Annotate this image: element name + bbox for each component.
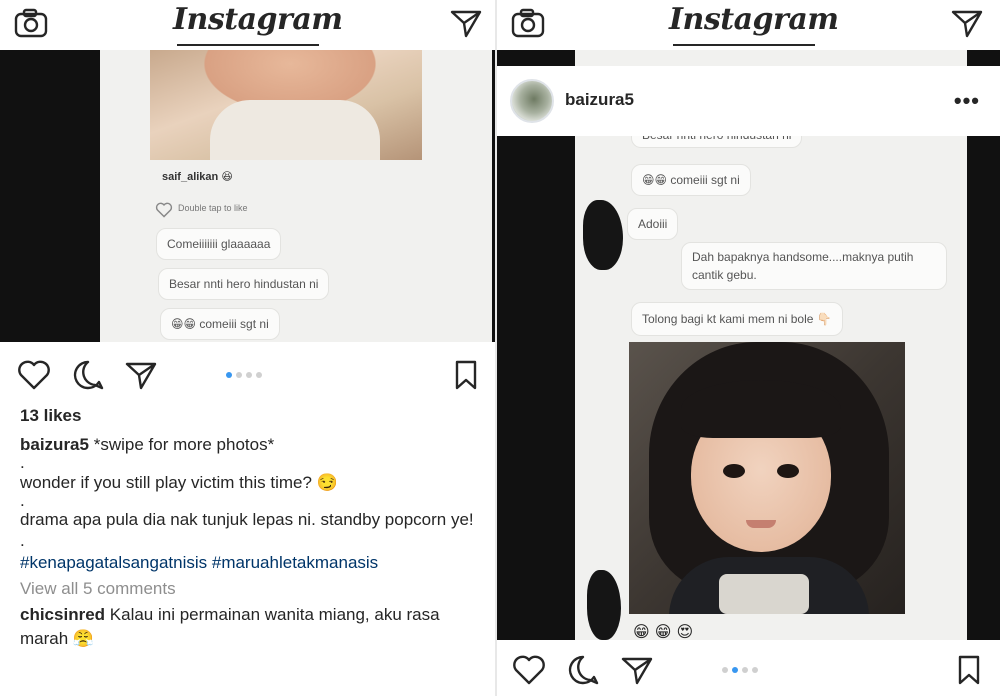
left-post-panel: Instagram saif_alikan 😆 Double tap to li… (0, 0, 495, 696)
caption-line: drama apa pula dia nak tunjuk lepas ni. … (20, 510, 474, 550)
avatar[interactable] (510, 79, 554, 123)
comment-icon[interactable] (72, 359, 106, 391)
screenshot-commenter: saif_alikan 😆 (162, 170, 233, 183)
chat-bubble: Comeiiiiiii glaaaaaa (156, 228, 282, 260)
carousel-dot (236, 372, 242, 378)
comment-item: chicsinred Kalau ini permainan wanita mi… (20, 603, 483, 651)
screenshot-photo: saif_alikan 😆 Double tap to like Comeiii… (100, 50, 492, 342)
bookmark-icon[interactable] (452, 359, 480, 391)
likes-count[interactable]: 13 likes (20, 404, 483, 428)
comment-username[interactable]: chicsinred (20, 605, 105, 624)
carousel-dot (226, 372, 232, 378)
caption-text: *swipe for more photos* (93, 435, 275, 454)
share-icon[interactable] (620, 654, 654, 686)
screenshot-photo: Besar nnti hero hindustan ni 😁😁 comeiii … (575, 50, 967, 640)
bookmark-icon[interactable] (955, 654, 983, 686)
carousel-indicator (722, 667, 758, 673)
carousel-dot (752, 667, 758, 673)
comment-icon[interactable] (567, 654, 601, 686)
chat-bubble: Tolong bagi kt kami mem ni bole 👇🏻 (631, 302, 843, 336)
like-hint: Double tap to like (178, 203, 248, 213)
top-bar: Instagram (0, 0, 495, 50)
carousel-dot (722, 667, 728, 673)
post-username[interactable]: baizura5 (565, 90, 634, 110)
caption-dot: . (20, 491, 25, 510)
baby-photo (150, 50, 422, 160)
view-all-comments-link[interactable]: View all 5 comments (20, 577, 483, 601)
carousel-dot (256, 372, 262, 378)
chat-bubble: 😁😁 comeiii sgt ni (631, 164, 751, 196)
top-bar: Instagram (497, 0, 1000, 50)
carousel-dot (246, 372, 252, 378)
post-header: baizura5 ••• (497, 66, 1000, 136)
share-icon[interactable] (124, 359, 158, 391)
caption-area: 13 likes baizura5 *swipe for more photos… (20, 400, 483, 651)
reaction-emojis: 😁 😁 😍 (633, 622, 694, 640)
caption-hashtags[interactable]: #kenapagatalsangatnisis #maruahletakmana… (20, 551, 483, 575)
direct-send-icon[interactable] (450, 8, 482, 38)
chat-bubble: Adoiii (627, 208, 679, 240)
carousel-dot (732, 667, 738, 673)
direct-send-icon[interactable] (951, 8, 983, 38)
post-photo[interactable]: saif_alikan 😆 Double tap to like Comeiii… (0, 50, 495, 342)
chat-bubble: 😁😁 comeiii sgt ni (160, 308, 280, 340)
heart-small-icon (155, 202, 173, 218)
caption-dot: . (20, 453, 25, 472)
action-bar (497, 640, 1000, 696)
right-post-panel: Besar nnti hero hindustan ni 😁😁 comeiii … (497, 0, 1000, 696)
camera-icon[interactable] (14, 8, 48, 38)
post-photo[interactable]: Besar nnti hero hindustan ni 😁😁 comeiii … (497, 50, 1000, 640)
like-heart-icon[interactable] (512, 654, 546, 686)
like-heart-icon[interactable] (17, 359, 51, 391)
caption-line: wonder if you still play victim this tim… (20, 473, 338, 492)
caption-first-line: baizura5 *swipe for more photos* (20, 433, 483, 457)
chat-bubble: Dah bapaknya handsome....maknya putih ca… (681, 242, 947, 290)
more-options-icon[interactable]: ••• (954, 90, 980, 112)
carousel-indicator (226, 372, 262, 378)
instagram-logo[interactable]: Instagram (669, 0, 839, 48)
action-bar (0, 345, 495, 401)
caption-username[interactable]: baizura5 (20, 435, 89, 454)
camera-icon[interactable] (511, 8, 545, 38)
carousel-dot (742, 667, 748, 673)
chat-bubble: Besar nnti hero hindustan ni (158, 268, 330, 300)
instagram-logo[interactable]: Instagram (173, 0, 343, 48)
girl-photo (629, 342, 905, 614)
